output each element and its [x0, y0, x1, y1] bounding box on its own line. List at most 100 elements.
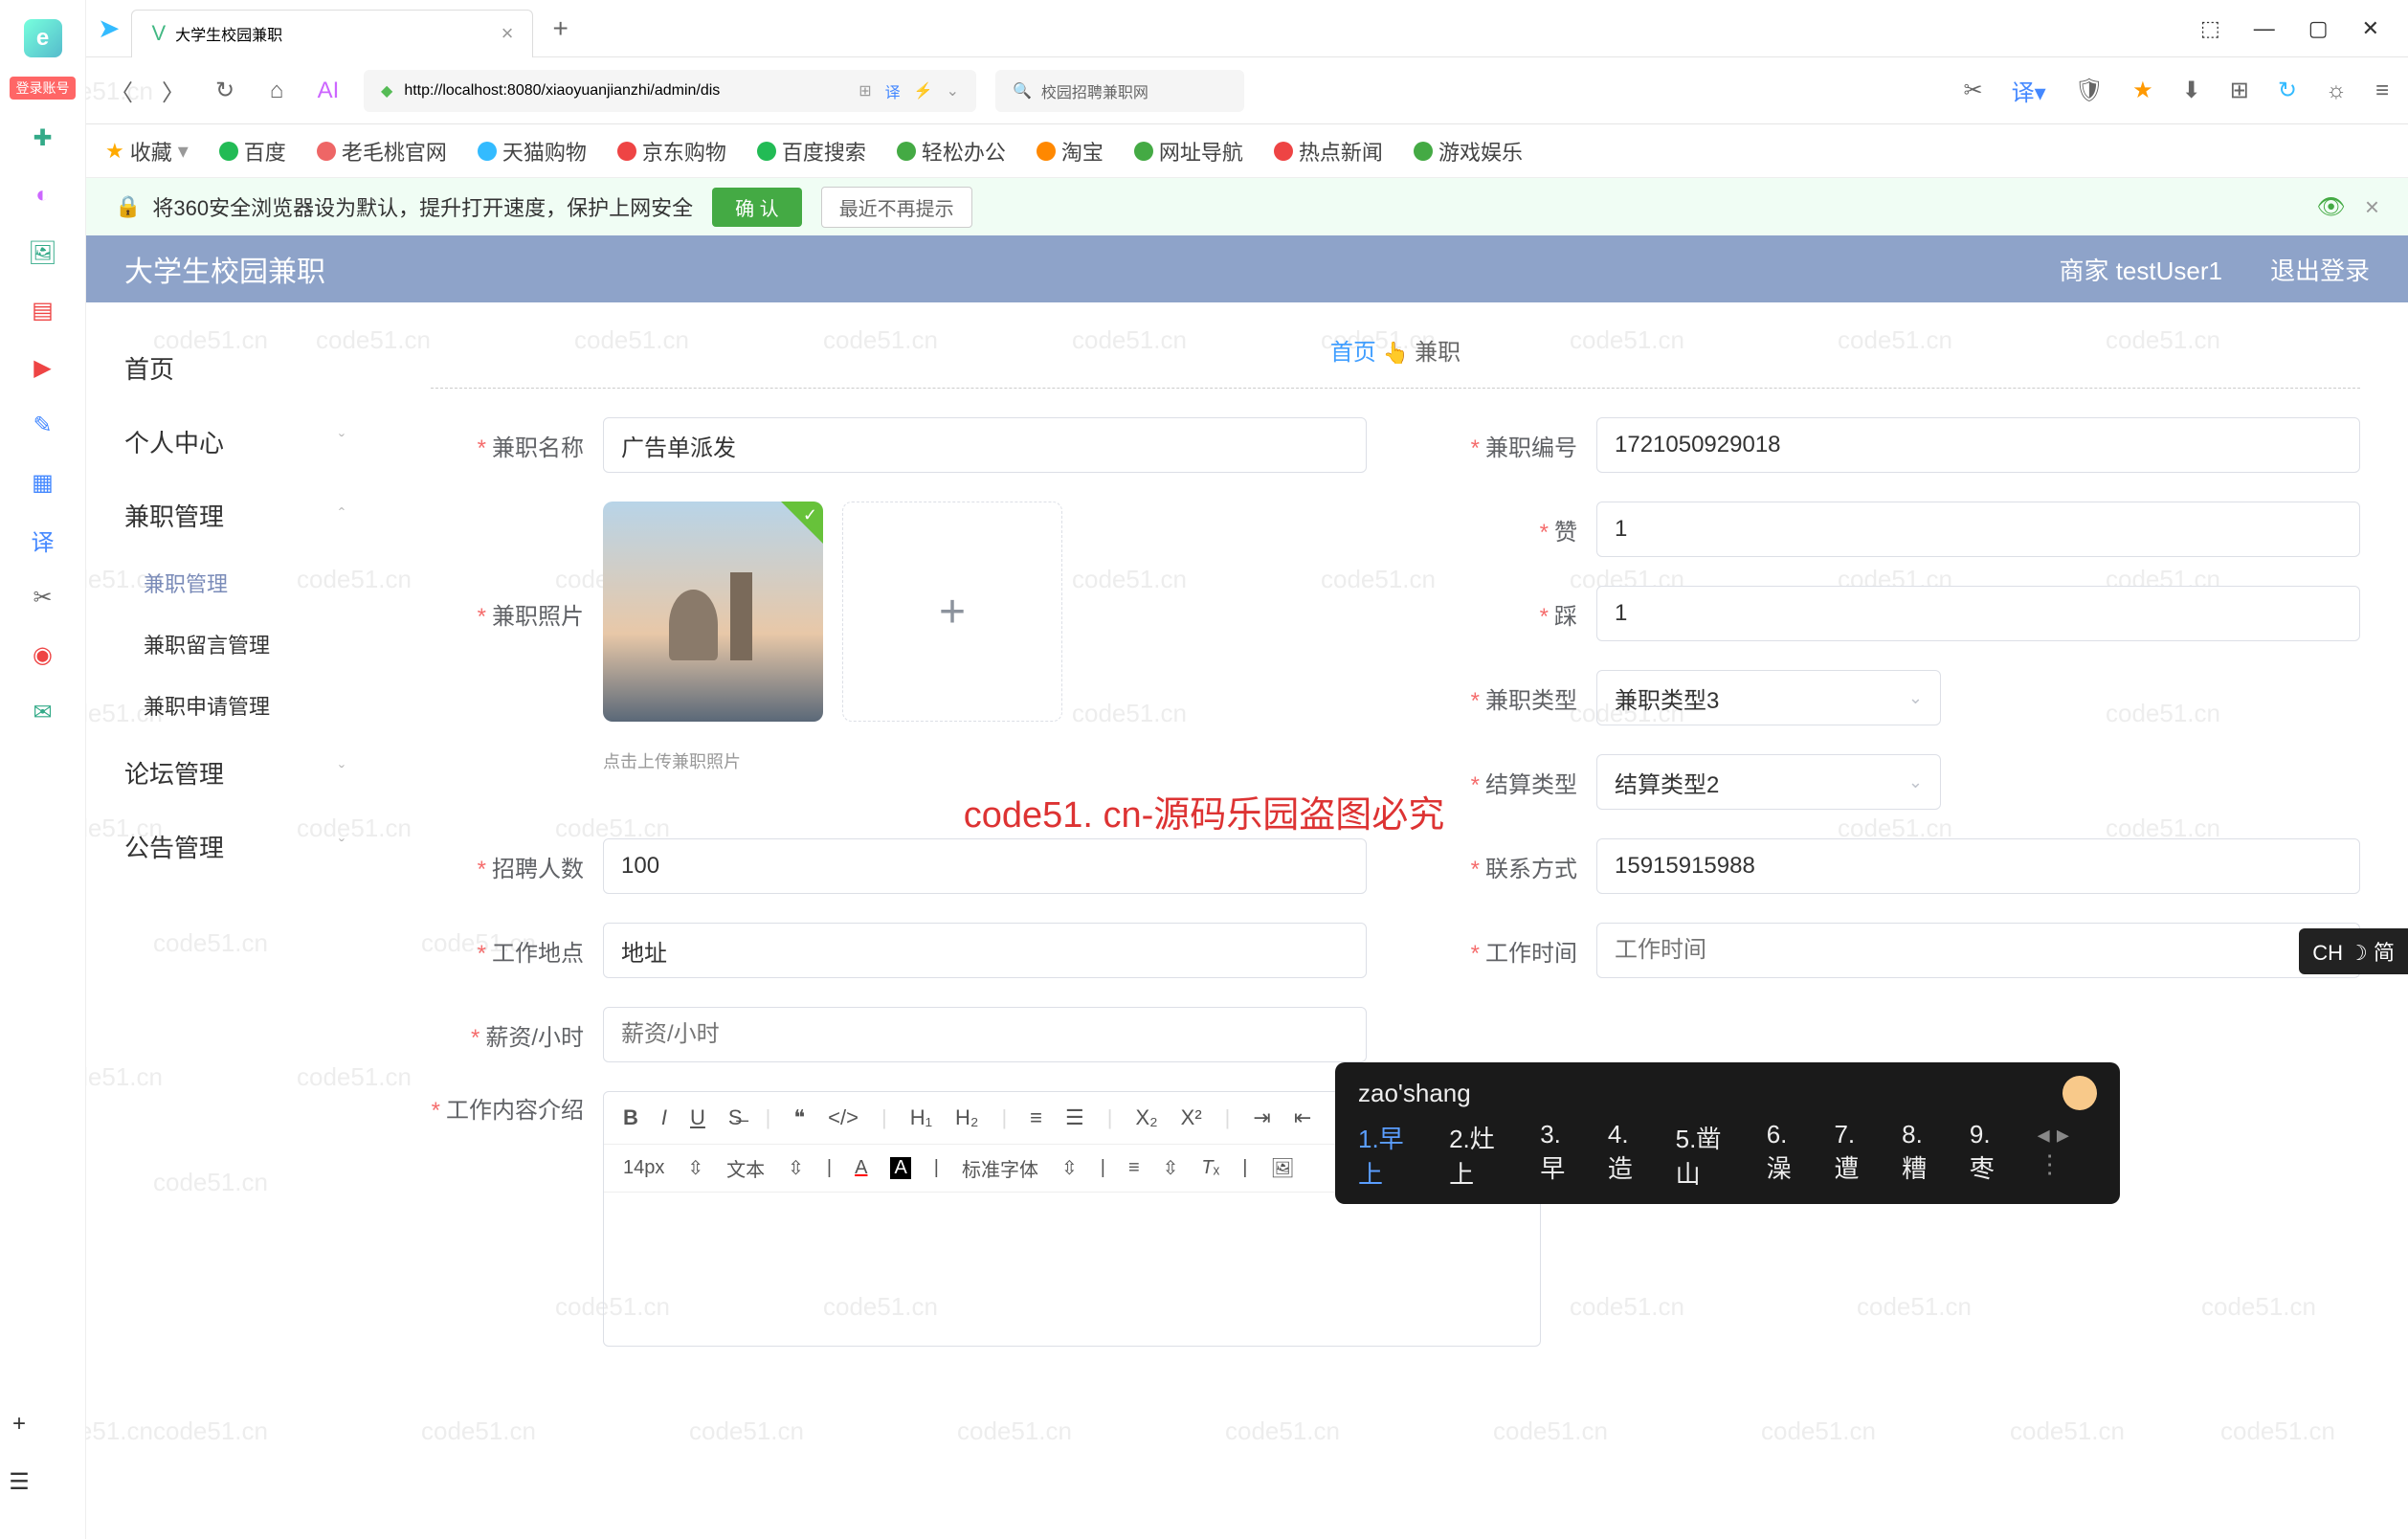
flash-icon[interactable]: ⚡: [914, 81, 933, 100]
dock-weibo-icon[interactable]: ◉: [24, 636, 62, 674]
qr-icon[interactable]: ⊞: [858, 81, 871, 100]
sub-icon[interactable]: X₂: [1135, 1105, 1157, 1130]
bookmark-item[interactable]: 热点新闻: [1274, 136, 1383, 167]
location-icon[interactable]: ➤: [98, 12, 120, 44]
h2-icon[interactable]: H₂: [955, 1105, 978, 1130]
uploaded-image[interactable]: ✓: [603, 502, 823, 722]
new-tab-button[interactable]: +: [552, 13, 568, 44]
sup-icon[interactable]: X²: [1181, 1105, 1202, 1130]
ime-nav[interactable]: ◂ ▸ ⋮: [2038, 1120, 2097, 1191]
sidebar-item-notice[interactable]: 公告管理ˇ: [86, 810, 383, 883]
ime-candidate[interactable]: 4.造: [1608, 1120, 1651, 1191]
url-input[interactable]: ◆ http://localhost:8080/xiaoyuanjianzhi/…: [364, 70, 976, 112]
notice-close-icon[interactable]: ×: [2365, 192, 2379, 222]
translate-icon[interactable]: 译: [885, 79, 901, 102]
browser-tab[interactable]: V 大学生校园兼职 ×: [131, 10, 533, 57]
sidebar-sub-jobmgmt[interactable]: 兼职管理: [86, 552, 383, 613]
underline-icon[interactable]: U: [690, 1105, 705, 1130]
bgcolor-icon[interactable]: A: [890, 1157, 910, 1179]
ime-candidate[interactable]: 9.枣: [1970, 1120, 2013, 1191]
dock-ai-icon[interactable]: ◐: [24, 176, 62, 214]
bookmark-item[interactable]: 老毛桃官网: [317, 136, 447, 167]
h1-icon[interactable]: H₁: [910, 1105, 932, 1130]
bookmark-item[interactable]: 网址导航: [1134, 136, 1243, 167]
window-minimize-icon[interactable]: —: [2254, 16, 2275, 41]
bookmark-item[interactable]: 轻松办公: [897, 136, 1006, 167]
ol-icon[interactable]: ≡: [1030, 1105, 1042, 1130]
align-icon[interactable]: ≡: [1128, 1157, 1140, 1179]
notice-eye-icon[interactable]: 👁: [2316, 193, 2345, 221]
sidebar-item-forum[interactable]: 论坛管理ˇ: [86, 736, 383, 810]
location-input[interactable]: [603, 923, 1367, 978]
dock-doc-icon[interactable]: ▦: [24, 463, 62, 502]
code-input[interactable]: [1596, 417, 2360, 473]
close-icon[interactable]: ×: [502, 21, 514, 46]
home-button[interactable]: ⌂: [260, 78, 293, 104]
upload-add-button[interactable]: +: [842, 502, 1062, 722]
bookmark-item[interactable]: 天猫购物: [478, 136, 587, 167]
ime-candidate[interactable]: 6.澡: [1767, 1120, 1810, 1191]
apps-icon[interactable]: ⊞: [2230, 77, 2249, 104]
bold-icon[interactable]: B: [623, 1105, 638, 1130]
dock-scissors-icon[interactable]: ✂: [24, 578, 62, 616]
window-close-icon[interactable]: ✕: [2362, 16, 2379, 41]
indent-icon[interactable]: ⇥: [1253, 1105, 1270, 1130]
dropdown-icon[interactable]: ⌄: [947, 81, 959, 100]
browser-logo-icon[interactable]: e: [24, 19, 62, 57]
bookmark-item[interactable]: 京东购物: [617, 136, 726, 167]
dock-menu-icon[interactable]: ☰: [0, 1462, 38, 1501]
dislike-input[interactable]: [1596, 586, 2360, 641]
sidebar-item-home[interactable]: 首页: [86, 331, 383, 405]
font-select[interactable]: 标准字体: [962, 1154, 1038, 1182]
editor-body[interactable]: [604, 1193, 1540, 1346]
worktime-input[interactable]: [1596, 923, 2360, 978]
clear-icon[interactable]: Tₓ: [1201, 1157, 1219, 1179]
menu-icon[interactable]: ≡: [2375, 78, 2389, 104]
fontsize-select[interactable]: 14px: [623, 1157, 664, 1179]
dock-gallery-icon[interactable]: 🖼: [24, 234, 62, 272]
name-input[interactable]: [603, 417, 1367, 473]
ime-candidate[interactable]: 2.灶上: [1449, 1120, 1515, 1191]
ime-candidate[interactable]: 5.凿山: [1676, 1120, 1742, 1191]
bookmark-item[interactable]: 游戏娱乐: [1414, 136, 1523, 167]
ai-button[interactable]: AI: [312, 78, 345, 104]
bookmark-item[interactable]: 淘宝: [1037, 136, 1104, 167]
quote-icon[interactable]: ❝: [793, 1105, 805, 1130]
bookmark-item[interactable]: 百度: [219, 136, 286, 167]
dock-add-icon[interactable]: +: [0, 1405, 38, 1443]
settings-icon[interactable]: ☼: [2326, 78, 2347, 104]
outdent-icon[interactable]: ⇤: [1294, 1105, 1311, 1130]
sidebar-item-personal[interactable]: 个人中心ˇ: [86, 405, 383, 479]
like-input[interactable]: [1596, 502, 2360, 557]
ime-candidate[interactable]: 7.遭: [1834, 1120, 1877, 1191]
dock-pdf-icon[interactable]: ▤: [24, 291, 62, 329]
ime-avatar-icon[interactable]: [2062, 1076, 2097, 1110]
sidebar-sub-applymgmt[interactable]: 兼职申请管理: [86, 675, 383, 736]
image-icon[interactable]: 🖼: [1270, 1156, 1294, 1180]
dock-video-icon[interactable]: ▶: [24, 348, 62, 387]
salary-input[interactable]: [603, 1007, 1367, 1062]
cut-icon[interactable]: ✂: [1964, 77, 1983, 104]
sync-icon[interactable]: ↻: [2278, 77, 2297, 104]
code-icon[interactable]: </>: [828, 1105, 858, 1130]
search-input[interactable]: 🔍 校园招聘兼职网: [995, 70, 1244, 112]
ul-icon[interactable]: ☰: [1065, 1105, 1084, 1130]
jobtype-select[interactable]: 兼职类型3⌄: [1596, 670, 1941, 725]
count-input[interactable]: [603, 838, 1367, 894]
dismiss-button[interactable]: 最近不再提示: [821, 187, 972, 228]
window-maximize-icon[interactable]: ▢: [2308, 16, 2329, 41]
reload-button[interactable]: ↻: [209, 77, 241, 104]
sidebar-item-jobmgmt[interactable]: 兼职管理ˆ: [86, 479, 383, 552]
dock-edit-icon[interactable]: ✎: [24, 406, 62, 444]
logout-link[interactable]: 退出登录: [2270, 252, 2370, 287]
dock-mail-icon[interactable]: ✉: [24, 693, 62, 731]
paragraph-select[interactable]: 文本: [726, 1154, 765, 1182]
back-button[interactable]: 〈: [105, 74, 138, 107]
sidebar-sub-msgmgmt[interactable]: 兼职留言管理: [86, 613, 383, 675]
strike-icon[interactable]: S̶: [728, 1105, 743, 1130]
textcolor-icon[interactable]: A: [855, 1157, 867, 1179]
italic-icon[interactable]: I: [661, 1105, 667, 1130]
security-icon[interactable]: 🛡: [2075, 77, 2104, 104]
settle-select[interactable]: 结算类型2⌄: [1596, 754, 1941, 810]
ime-candidate[interactable]: 8.糟: [1902, 1120, 1945, 1191]
